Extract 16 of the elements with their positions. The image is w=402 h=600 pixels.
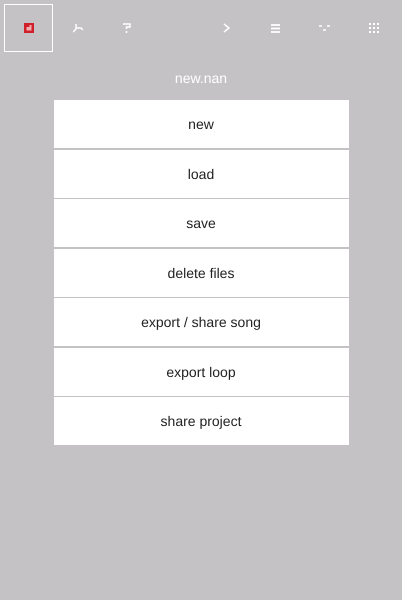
menu-button[interactable]: new — [54, 100, 348, 148]
file-name: new.nan — [174, 70, 228, 88]
menu-button[interactable]: save — [54, 199, 348, 247]
menu-button[interactable]: export loop — [54, 348, 348, 396]
wrench-icon — [72, 24, 82, 32]
menu-button[interactable]: export / share song — [54, 298, 348, 346]
chevron-icon — [223, 23, 230, 33]
list-icon — [271, 24, 280, 32]
menu-button[interactable]: share project — [54, 397, 348, 445]
toolbar-button[interactable] — [4, 4, 53, 52]
help-icon — [122, 23, 130, 33]
menu-button[interactable]: load — [54, 150, 348, 198]
file-icon — [24, 23, 34, 33]
grid-icon — [368, 23, 378, 33]
pattern-icon — [319, 25, 330, 31]
menu-button[interactable]: delete files — [54, 248, 348, 296]
